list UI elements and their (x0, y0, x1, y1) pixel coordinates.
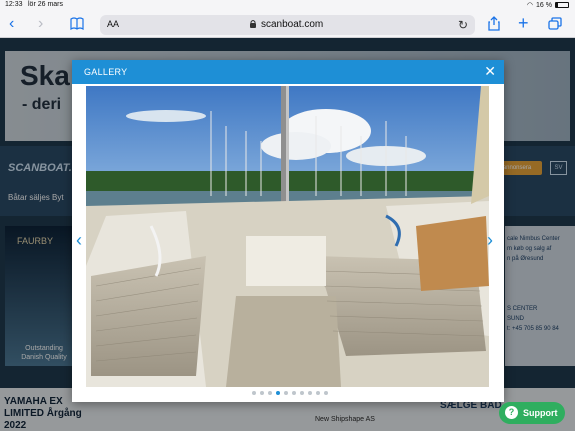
close-icon[interactable]: ✕ (484, 64, 496, 78)
pagination-dot[interactable] (260, 391, 264, 395)
wifi-icon: ◠ (526, 2, 534, 9)
gallery-modal: GALLERY ✕ (72, 60, 504, 402)
status-time: 12:33 (5, 1, 23, 8)
pagination-dot[interactable] (316, 391, 320, 395)
text-size-button[interactable]: AA (107, 19, 119, 29)
address-bar[interactable]: AA scanboat.com ↻ (100, 15, 475, 35)
bookmarks-icon[interactable] (70, 17, 84, 34)
lock-icon (250, 20, 256, 28)
share-icon[interactable] (488, 16, 500, 35)
gallery-pagination (252, 391, 328, 395)
pagination-dot[interactable] (324, 391, 328, 395)
pagination-dot[interactable] (308, 391, 312, 395)
pagination-dot[interactable] (292, 391, 296, 395)
pagination-dot-active[interactable] (276, 391, 280, 395)
gallery-title: GALLERY (84, 67, 128, 77)
pagination-dot[interactable] (252, 391, 256, 395)
support-button[interactable]: ? Support (499, 402, 565, 424)
back-icon[interactable]: ‹ (9, 16, 14, 32)
reload-icon[interactable]: ↻ (458, 18, 468, 32)
help-icon: ? (505, 406, 518, 419)
chevron-left-icon[interactable]: ‹ (76, 231, 82, 249)
status-bar: 12:33 lör 26 mars ◠ 16 % (0, 0, 575, 12)
pagination-dot[interactable] (268, 391, 272, 395)
pagination-dot[interactable] (300, 391, 304, 395)
gallery-header: GALLERY ✕ (72, 60, 504, 84)
url-text: scanboat.com (261, 19, 324, 30)
status-date: lör 26 mars (28, 1, 64, 8)
status-right: ◠ 16 % (527, 1, 569, 9)
browser-toolbar: ‹ › AA scanboat.com ↻ + (0, 12, 575, 38)
pagination-dot[interactable] (284, 391, 288, 395)
new-tab-icon[interactable]: + (518, 14, 529, 32)
battery-percent: 16 % (536, 1, 552, 9)
battery-icon (555, 2, 569, 8)
support-label: Support (523, 408, 558, 418)
chevron-right-icon[interactable]: › (487, 231, 493, 249)
gallery-image[interactable] (86, 86, 489, 387)
tabs-icon[interactable] (548, 17, 562, 34)
forward-icon[interactable]: › (38, 16, 43, 32)
